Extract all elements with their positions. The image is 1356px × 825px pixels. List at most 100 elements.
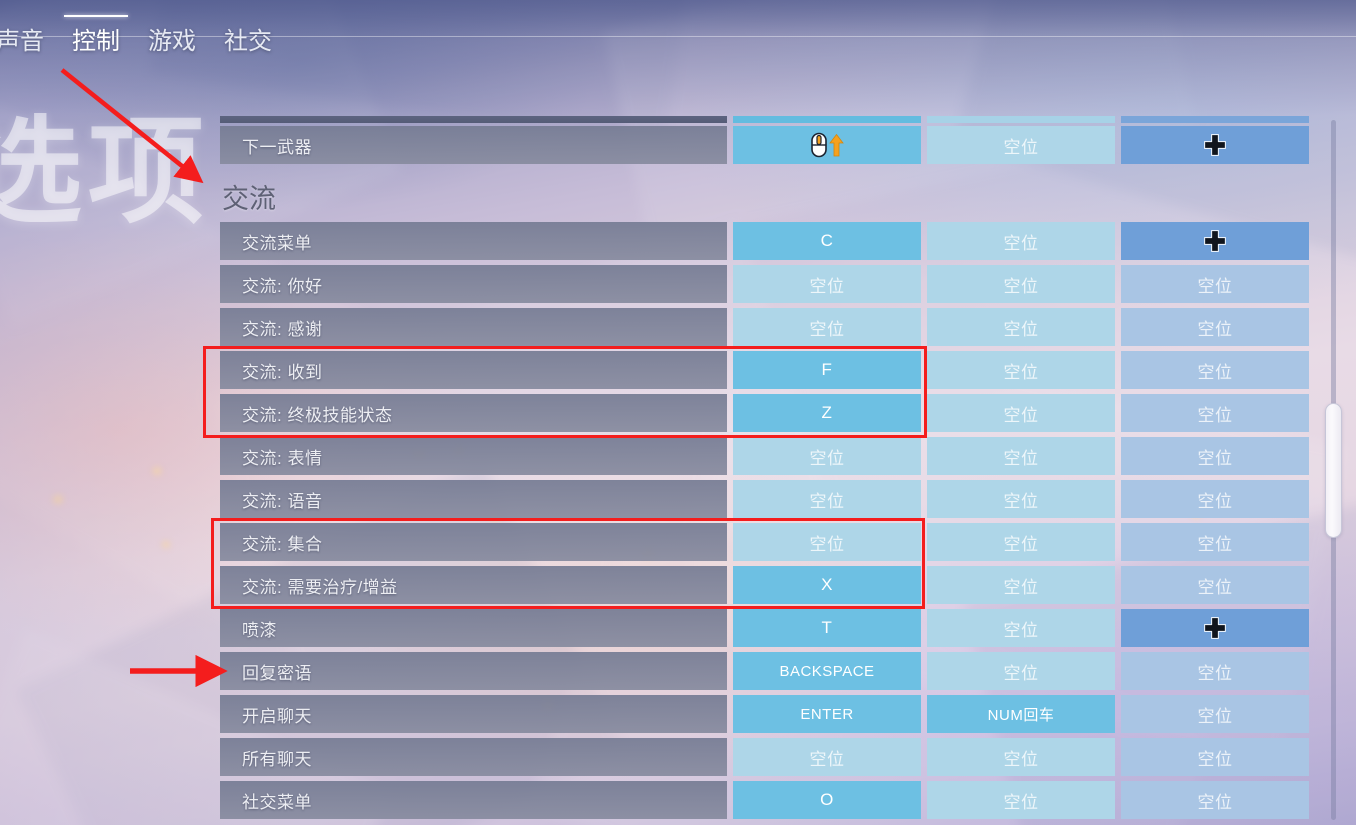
- binding-action-label[interactable]: 交流: 表情: [220, 437, 727, 475]
- binding-key-primary[interactable]: O: [733, 781, 921, 819]
- binding-key-secondary[interactable]: 空位: [927, 437, 1115, 475]
- options-screen: 选项 声音 控制 游戏 社交 下一武器 空位 交流 交流菜单 C 空位 交流: …: [0, 0, 1356, 825]
- binding-key-gamepad[interactable]: 空位: [1121, 652, 1309, 690]
- binding-action-label[interactable]: 社交菜单: [220, 781, 727, 819]
- partial-strip-keyboard-2: [927, 116, 1115, 123]
- mouse-wheel-up-icon: [808, 132, 846, 158]
- binding-action-label[interactable]: 交流: 终极技能状态: [220, 394, 727, 432]
- binding-key-secondary[interactable]: 空位: [927, 652, 1115, 690]
- table-row: 交流: 集合 空位 空位 空位: [220, 523, 1310, 561]
- table-row: 交流: 需要治疗/增益 X 空位 空位: [220, 566, 1310, 604]
- binding-key-secondary[interactable]: 空位: [927, 394, 1115, 432]
- tab-label: 社交: [224, 28, 272, 55]
- binding-key-primary[interactable]: T: [733, 609, 921, 647]
- binding-key-primary[interactable]: 空位: [733, 738, 921, 776]
- binding-key-primary[interactable]: C: [733, 222, 921, 260]
- binding-action-label[interactable]: 交流: 需要治疗/增益: [220, 566, 727, 604]
- binding-action-label[interactable]: 交流: 语音: [220, 480, 727, 518]
- tab-controls[interactable]: 控制: [58, 15, 134, 72]
- tab-label: 控制: [72, 28, 120, 55]
- binding-key-gamepad[interactable]: 空位: [1121, 695, 1309, 733]
- binding-key-secondary[interactable]: 空位: [927, 523, 1115, 561]
- keybinding-table: 下一武器 空位 交流 交流菜单 C 空位 交流: 你好 空位 空位 空位 交流:…: [220, 116, 1310, 824]
- dpad-icon: [1203, 229, 1227, 253]
- binding-key-primary[interactable]: ENTER: [733, 695, 921, 733]
- binding-key-gamepad[interactable]: 空位: [1121, 781, 1309, 819]
- binding-key-secondary[interactable]: 空位: [927, 566, 1115, 604]
- dpad-icon: [1203, 616, 1227, 640]
- binding-key-primary[interactable]: F: [733, 351, 921, 389]
- table-row: 交流: 收到 F 空位 空位: [220, 351, 1310, 389]
- vertical-scrollbar-track[interactable]: [1325, 120, 1342, 820]
- partial-row-name-strip: [220, 116, 727, 123]
- table-row: 交流菜单 C 空位: [220, 222, 1310, 260]
- page-title-watermark: 选项: [0, 107, 210, 237]
- table-row: 回复密语 BACKSPACE 空位 空位: [220, 652, 1310, 690]
- binding-key-primary[interactable]: Z: [733, 394, 921, 432]
- binding-key-gamepad[interactable]: 空位: [1121, 394, 1309, 432]
- tab-bar: 声音 控制 游戏 社交: [0, 0, 1356, 72]
- tab-sound[interactable]: 声音: [0, 15, 58, 72]
- table-row: 喷漆 T 空位: [220, 609, 1310, 647]
- table-row: 交流: 表情 空位 空位 空位: [220, 437, 1310, 475]
- binding-action-label[interactable]: 交流: 集合: [220, 523, 727, 561]
- binding-action-label[interactable]: 交流: 收到: [220, 351, 727, 389]
- binding-key-secondary[interactable]: NUM回车: [927, 695, 1115, 733]
- binding-key-gamepad[interactable]: 空位: [1121, 480, 1309, 518]
- binding-key-gamepad[interactable]: [1121, 126, 1309, 164]
- binding-key-primary[interactable]: 空位: [733, 265, 921, 303]
- binding-key-gamepad[interactable]: [1121, 222, 1309, 260]
- binding-action-label[interactable]: 交流: 你好: [220, 265, 727, 303]
- binding-key-primary[interactable]: 空位: [733, 437, 921, 475]
- tab-gameplay[interactable]: 游戏: [134, 15, 210, 72]
- binding-key-gamepad[interactable]: 空位: [1121, 308, 1309, 346]
- binding-key-secondary[interactable]: 空位: [927, 609, 1115, 647]
- binding-action-label[interactable]: 所有聊天: [220, 738, 727, 776]
- binding-key-secondary[interactable]: 空位: [927, 222, 1115, 260]
- table-row: 所有聊天 空位 空位 空位: [220, 738, 1310, 776]
- binding-key-primary[interactable]: 空位: [733, 480, 921, 518]
- binding-key-primary[interactable]: 空位: [733, 308, 921, 346]
- binding-key-gamepad[interactable]: 空位: [1121, 265, 1309, 303]
- binding-action-label[interactable]: 下一武器: [220, 126, 727, 164]
- table-row: 交流: 感谢 空位 空位 空位: [220, 308, 1310, 346]
- binding-key-primary[interactable]: 空位: [733, 523, 921, 561]
- binding-key-secondary[interactable]: 空位: [927, 480, 1115, 518]
- section-heading-communication: 交流: [222, 184, 276, 214]
- binding-action-label[interactable]: 交流: 感谢: [220, 308, 727, 346]
- binding-key-gamepad[interactable]: 空位: [1121, 437, 1309, 475]
- binding-key-primary[interactable]: X: [733, 566, 921, 604]
- binding-action-label[interactable]: 回复密语: [220, 652, 727, 690]
- partial-row-key-strips: [733, 116, 1309, 123]
- tab-label: 游戏: [148, 28, 196, 55]
- table-row: 交流: 语音 空位 空位 空位: [220, 480, 1310, 518]
- table-row: 下一武器 空位: [220, 126, 1310, 164]
- binding-key-gamepad[interactable]: 空位: [1121, 566, 1309, 604]
- binding-key-secondary[interactable]: 空位: [927, 308, 1115, 346]
- binding-key-primary[interactable]: BACKSPACE: [733, 652, 921, 690]
- binding-action-label[interactable]: 交流菜单: [220, 222, 727, 260]
- binding-key-primary[interactable]: [733, 126, 921, 164]
- dpad-icon: [1203, 133, 1227, 157]
- tab-social[interactable]: 社交: [210, 15, 286, 72]
- table-row: 交流: 你好 空位 空位 空位: [220, 265, 1310, 303]
- table-row: 交流: 终极技能状态 Z 空位 空位: [220, 394, 1310, 432]
- table-row: 社交菜单 O 空位 空位: [220, 781, 1310, 819]
- binding-key-gamepad[interactable]: 空位: [1121, 351, 1309, 389]
- partial-strip-keyboard-1: [733, 116, 921, 123]
- binding-key-gamepad[interactable]: 空位: [1121, 523, 1309, 561]
- binding-action-label[interactable]: 喷漆: [220, 609, 727, 647]
- binding-key-secondary[interactable]: 空位: [927, 738, 1115, 776]
- binding-key-secondary[interactable]: 空位: [927, 126, 1115, 164]
- table-row: 开启聊天 ENTER NUM回车 空位: [220, 695, 1310, 733]
- tab-label: 声音: [0, 28, 44, 55]
- binding-key-gamepad[interactable]: [1121, 609, 1309, 647]
- binding-key-secondary[interactable]: 空位: [927, 265, 1115, 303]
- partial-row-above: [220, 116, 1310, 126]
- binding-action-label[interactable]: 开启聊天: [220, 695, 727, 733]
- binding-key-secondary[interactable]: 空位: [927, 351, 1115, 389]
- vertical-scrollbar-thumb[interactable]: [1325, 403, 1342, 538]
- binding-key-secondary[interactable]: 空位: [927, 781, 1115, 819]
- binding-key-gamepad[interactable]: 空位: [1121, 738, 1309, 776]
- partial-strip-gamepad: [1121, 116, 1309, 123]
